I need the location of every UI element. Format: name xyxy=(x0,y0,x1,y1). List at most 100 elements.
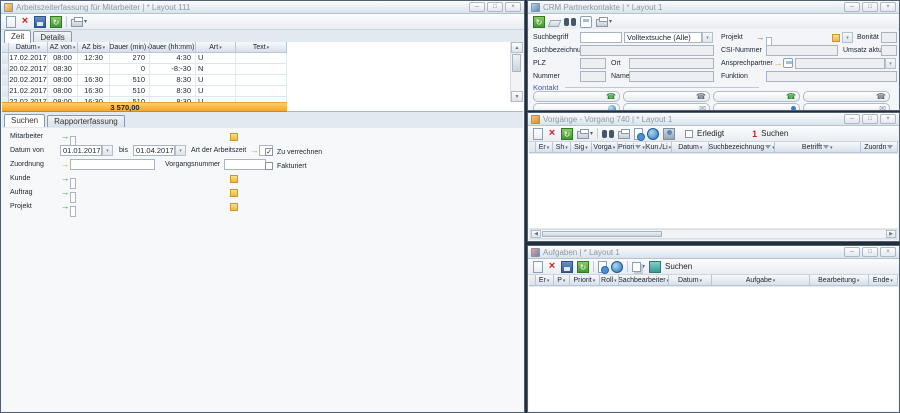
column-header-az-von[interactable]: AZ von xyxy=(48,42,78,53)
table-row[interactable]: 20.02.2017 08:30 0 -8:-30 N xyxy=(2,64,287,75)
cell-az-bis[interactable] xyxy=(78,64,110,75)
new-record-icon[interactable] xyxy=(533,261,543,273)
column-header-suchbezeichnung[interactable]: Suchbezeichnung xyxy=(709,142,774,153)
phone2-field[interactable]: ☎ xyxy=(713,91,800,102)
sort-dropdown-icon[interactable] xyxy=(669,144,672,151)
column-header-bearbeitung[interactable]: Bearbeitung xyxy=(810,275,869,286)
column-header-text[interactable]: Text xyxy=(236,42,287,53)
folder-lookup-icon[interactable] xyxy=(832,34,840,42)
cell-az-bis[interactable]: 12:30 xyxy=(78,53,110,64)
copy-icon[interactable] xyxy=(632,262,641,272)
cell-text[interactable] xyxy=(236,86,287,97)
column-header-er[interactable]: Er xyxy=(536,142,554,153)
cell-az-von[interactable]: 08:00 xyxy=(48,75,78,86)
close-button[interactable]: × xyxy=(880,247,896,257)
column-header-dauer-min[interactable]: Dauer (min) xyxy=(110,42,150,53)
umsatz-aktuell-input[interactable] xyxy=(881,45,897,56)
csi-nummer-input[interactable] xyxy=(766,45,838,56)
folder-lookup-icon[interactable] xyxy=(230,133,238,141)
column-header-dauer-hhmm[interactable]: Dauer (hh:mm) xyxy=(150,42,196,53)
lookup-go-icon[interactable]: → xyxy=(60,201,70,212)
column-header-az-bis[interactable]: AZ bis xyxy=(78,42,110,53)
fax1-field[interactable]: ☎ xyxy=(623,91,710,102)
tab-zeit[interactable]: Zeit xyxy=(4,30,31,43)
aufgaben-titlebar[interactable]: Aufgaben | * Layout 1 ─ □ × xyxy=(528,246,899,259)
lookup-go-icon[interactable]: → xyxy=(755,32,765,43)
sort-dropdown-icon[interactable] xyxy=(73,44,76,51)
column-header-datum[interactable]: Datum xyxy=(9,42,48,53)
close-button[interactable]: × xyxy=(505,2,521,12)
sort-dropdown-icon[interactable] xyxy=(103,44,106,51)
volltextsuche-dropdown-icon[interactable] xyxy=(702,32,713,43)
column-header-priori[interactable]: Priori xyxy=(618,142,646,153)
lookup-go-icon[interactable]: → xyxy=(773,58,783,69)
cell-dauer-min[interactable]: 0 xyxy=(110,64,150,75)
suchbezeichnung-input[interactable] xyxy=(580,45,714,56)
sort-dropdown-icon[interactable] xyxy=(565,144,568,151)
close-button[interactable]: × xyxy=(880,2,896,12)
date-to-input[interactable]: 01.04.2017 xyxy=(133,145,175,156)
cell-art[interactable]: U xyxy=(196,86,236,97)
new-record-icon[interactable] xyxy=(6,16,16,28)
column-header-datum[interactable]: Datum xyxy=(669,275,712,286)
column-header-sig[interactable]: Sig xyxy=(571,142,592,153)
vorgaenge-titlebar[interactable]: Vorgänge - Vorgang 740 | * Layout 1 ─ □ … xyxy=(528,113,899,126)
minimize-button[interactable]: ─ xyxy=(844,114,860,124)
save-icon[interactable] xyxy=(561,261,573,273)
document-preview-icon[interactable] xyxy=(634,128,643,140)
restore-button[interactable]: □ xyxy=(487,2,503,12)
sort-dropdown-icon[interactable] xyxy=(830,144,833,151)
sort-dropdown-icon[interactable] xyxy=(219,44,222,51)
cell-art[interactable]: N xyxy=(196,64,236,75)
email2-field[interactable]: ✉ xyxy=(803,103,890,111)
sort-dropdown-icon[interactable] xyxy=(700,277,703,284)
cell-art[interactable]: U xyxy=(196,53,236,64)
clear-icon[interactable] xyxy=(548,20,562,27)
contact-note-icon[interactable] xyxy=(580,16,592,28)
print-icon[interactable] xyxy=(71,19,83,27)
scroll-down-button[interactable]: ▼ xyxy=(511,91,523,102)
globe-icon[interactable] xyxy=(647,128,659,140)
filter-icon[interactable] xyxy=(823,145,829,149)
table-row[interactable]: 21.02.2017 08:00 16:30 510 8:30 U xyxy=(2,86,287,97)
scroll-up-button[interactable]: ▲ xyxy=(511,42,523,53)
cell-dauer-hhmm[interactable]: 4:30 xyxy=(150,53,196,64)
column-header-ende[interactable]: Ende xyxy=(869,275,898,286)
delete-record-icon[interactable]: × xyxy=(20,16,30,28)
restore-button[interactable]: □ xyxy=(862,247,878,257)
cell-datum[interactable]: 20.02.2017 xyxy=(9,75,48,86)
sort-dropdown-icon[interactable] xyxy=(613,144,616,151)
column-header-sh[interactable]: Sh xyxy=(553,142,571,153)
column-header-sachbearbeiter[interactable]: Sachbearbeiter xyxy=(619,275,669,286)
lookup-go-icon[interactable]: → xyxy=(60,131,70,142)
tab-suchen[interactable]: Suchen xyxy=(4,114,45,127)
report-person-icon[interactable] xyxy=(663,128,675,140)
print-dropdown-icon[interactable]: ▾ xyxy=(590,130,593,137)
erledigt-checkbox[interactable] xyxy=(685,130,693,138)
filter-icon[interactable] xyxy=(635,145,641,149)
column-header-aufgabe[interactable]: Aufgabe xyxy=(712,275,810,286)
vorgangsnummer-input[interactable] xyxy=(224,159,266,170)
search-list-icon[interactable] xyxy=(649,261,661,273)
funktion-input[interactable] xyxy=(766,71,897,82)
cell-dauer-hhmm[interactable]: -8:-30 xyxy=(150,64,196,75)
sort-dropdown-icon[interactable] xyxy=(563,277,566,284)
scroll-thumb[interactable] xyxy=(512,54,521,72)
restore-button[interactable]: □ xyxy=(862,2,878,12)
restore-button[interactable]: □ xyxy=(862,114,878,124)
column-header-betrifft[interactable]: Betrifft xyxy=(775,142,861,153)
bonitaet-input[interactable] xyxy=(881,32,897,43)
sort-dropdown-icon[interactable] xyxy=(614,277,617,284)
contact-card-icon[interactable] xyxy=(783,58,793,68)
minimize-button[interactable]: ─ xyxy=(469,2,485,12)
cell-art[interactable]: U xyxy=(196,75,236,86)
print-dropdown-icon[interactable]: ▾ xyxy=(84,18,87,25)
column-header-zuordn[interactable]: Zuordn xyxy=(861,142,898,153)
search-binoculars-icon[interactable] xyxy=(564,16,576,28)
print-dropdown-icon[interactable]: ▾ xyxy=(609,18,612,25)
sort-dropdown-icon[interactable] xyxy=(890,277,893,284)
volltextsuche-select[interactable]: Volltextsuche (Alle) xyxy=(624,32,702,43)
ort-input[interactable] xyxy=(629,58,714,69)
mobile-field[interactable] xyxy=(713,103,800,111)
zuordnung-input[interactable] xyxy=(70,159,155,170)
